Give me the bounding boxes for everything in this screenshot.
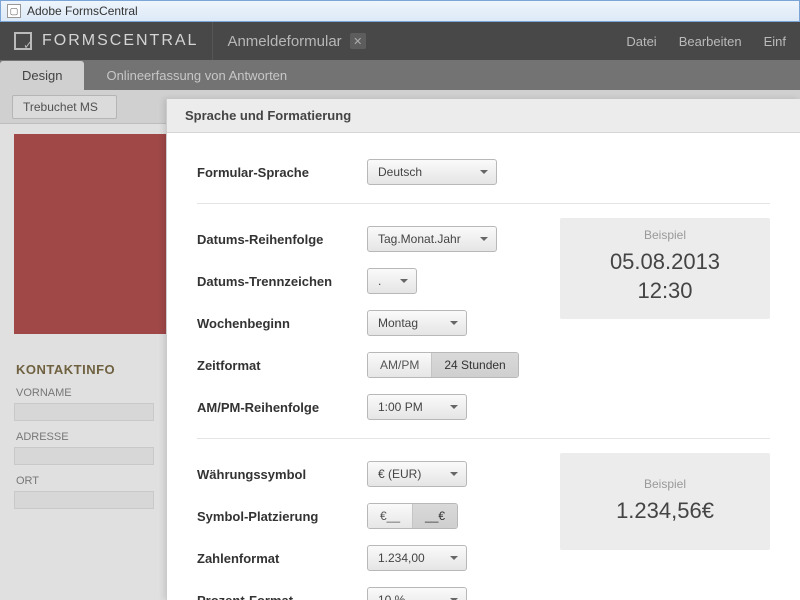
number-format-dropdown[interactable]: 1.234,00 [367,545,467,571]
example-currency: 1.234,56€ [568,497,762,526]
ampm-order-label: AM/PM-Reihenfolge [197,400,367,415]
percent-format-dropdown[interactable]: 10 % [367,587,467,600]
number-format-label: Zahlenformat [197,551,367,566]
document-tab[interactable]: Anmeldeformular ✕ [213,33,379,50]
field-label-firstname: VORNAME [16,387,174,399]
currency-symbol-dropdown[interactable]: € (EUR) [367,461,467,487]
app-icon: ▢ [7,4,21,18]
example-label: Beispiel [568,228,762,242]
week-start-dropdown[interactable]: Montag [367,310,467,336]
date-separator-dropdown[interactable]: . [367,268,417,294]
language-dropdown[interactable]: Deutsch [367,159,497,185]
form-header-banner [14,134,174,334]
tab-design[interactable]: Design [0,61,84,90]
language-label: Formular-Sprache [197,165,367,180]
view-tabs: Design Onlineerfassung von Antworten [0,60,800,90]
example-date: 05.08.2013 [568,248,762,277]
brand-area: FORMSCENTRAL [0,22,213,60]
example-time: 12:30 [568,277,762,306]
menu-file[interactable]: Datei [626,34,656,49]
ampm-order-dropdown[interactable]: 1:00 PM [367,394,467,420]
close-icon[interactable]: ✕ [350,33,366,49]
field-label-address: ADRESSE [16,431,174,443]
symbol-after[interactable]: __€ [413,504,457,528]
language-formatting-dialog: Sprache und Formatierung Formular-Sprach… [166,99,800,600]
font-dropdown[interactable]: Trebuchet MS [12,95,117,119]
window-title: Adobe FormsCentral [27,4,138,18]
field-input-firstname[interactable] [14,403,154,421]
document-title: Anmeldeformular [227,33,341,50]
window-titlebar: ▢ Adobe FormsCentral [0,0,800,22]
date-order-dropdown[interactable]: Tag.Monat.Jahr [367,226,497,252]
date-example-box: Beispiel 05.08.2013 12:30 [560,218,770,319]
date-separator-label: Datums-Trennzeichen [197,274,367,289]
symbol-placement-label: Symbol-Platzierung [197,509,367,524]
main-menu: Datei Bearbeiten Einf [626,34,800,49]
app-header: FORMSCENTRAL Anmeldeformular ✕ Datei Bea… [0,22,800,60]
field-input-city[interactable] [14,491,154,509]
dialog-title: Sprache und Formatierung [167,99,800,133]
dialog-body: Formular-Sprache Deutsch Datums-Reihenfo… [167,133,800,600]
time-format-toggle: AM/PM 24 Stunden [367,352,519,378]
brand-icon [14,32,32,50]
field-input-address[interactable] [14,447,154,465]
form-preview: KONTAKTINFO VORNAME ADRESSE ORT [14,134,174,509]
percent-format-label: Prozent-Format [197,593,367,600]
currency-symbol-label: Währungssymbol [197,467,367,482]
menu-edit[interactable]: Bearbeiten [679,34,742,49]
time-format-ampm[interactable]: AM/PM [368,353,432,377]
example-label-currency: Beispiel [568,477,762,491]
symbol-placement-toggle: €__ __€ [367,503,458,529]
brand-text: FORMSCENTRAL [42,32,198,50]
menu-insert[interactable]: Einf [764,34,786,49]
date-order-label: Datums-Reihenfolge [197,232,367,247]
currency-example-box: Beispiel 1.234,56€ [560,453,770,550]
tab-responses[interactable]: Onlineerfassung von Antworten [84,61,309,90]
time-format-24h[interactable]: 24 Stunden [432,353,517,377]
field-label-city: ORT [16,475,174,487]
symbol-before[interactable]: €__ [368,504,413,528]
time-format-label: Zeitformat [197,358,367,373]
section-heading: KONTAKTINFO [16,362,174,377]
week-start-label: Wochenbeginn [197,316,367,331]
